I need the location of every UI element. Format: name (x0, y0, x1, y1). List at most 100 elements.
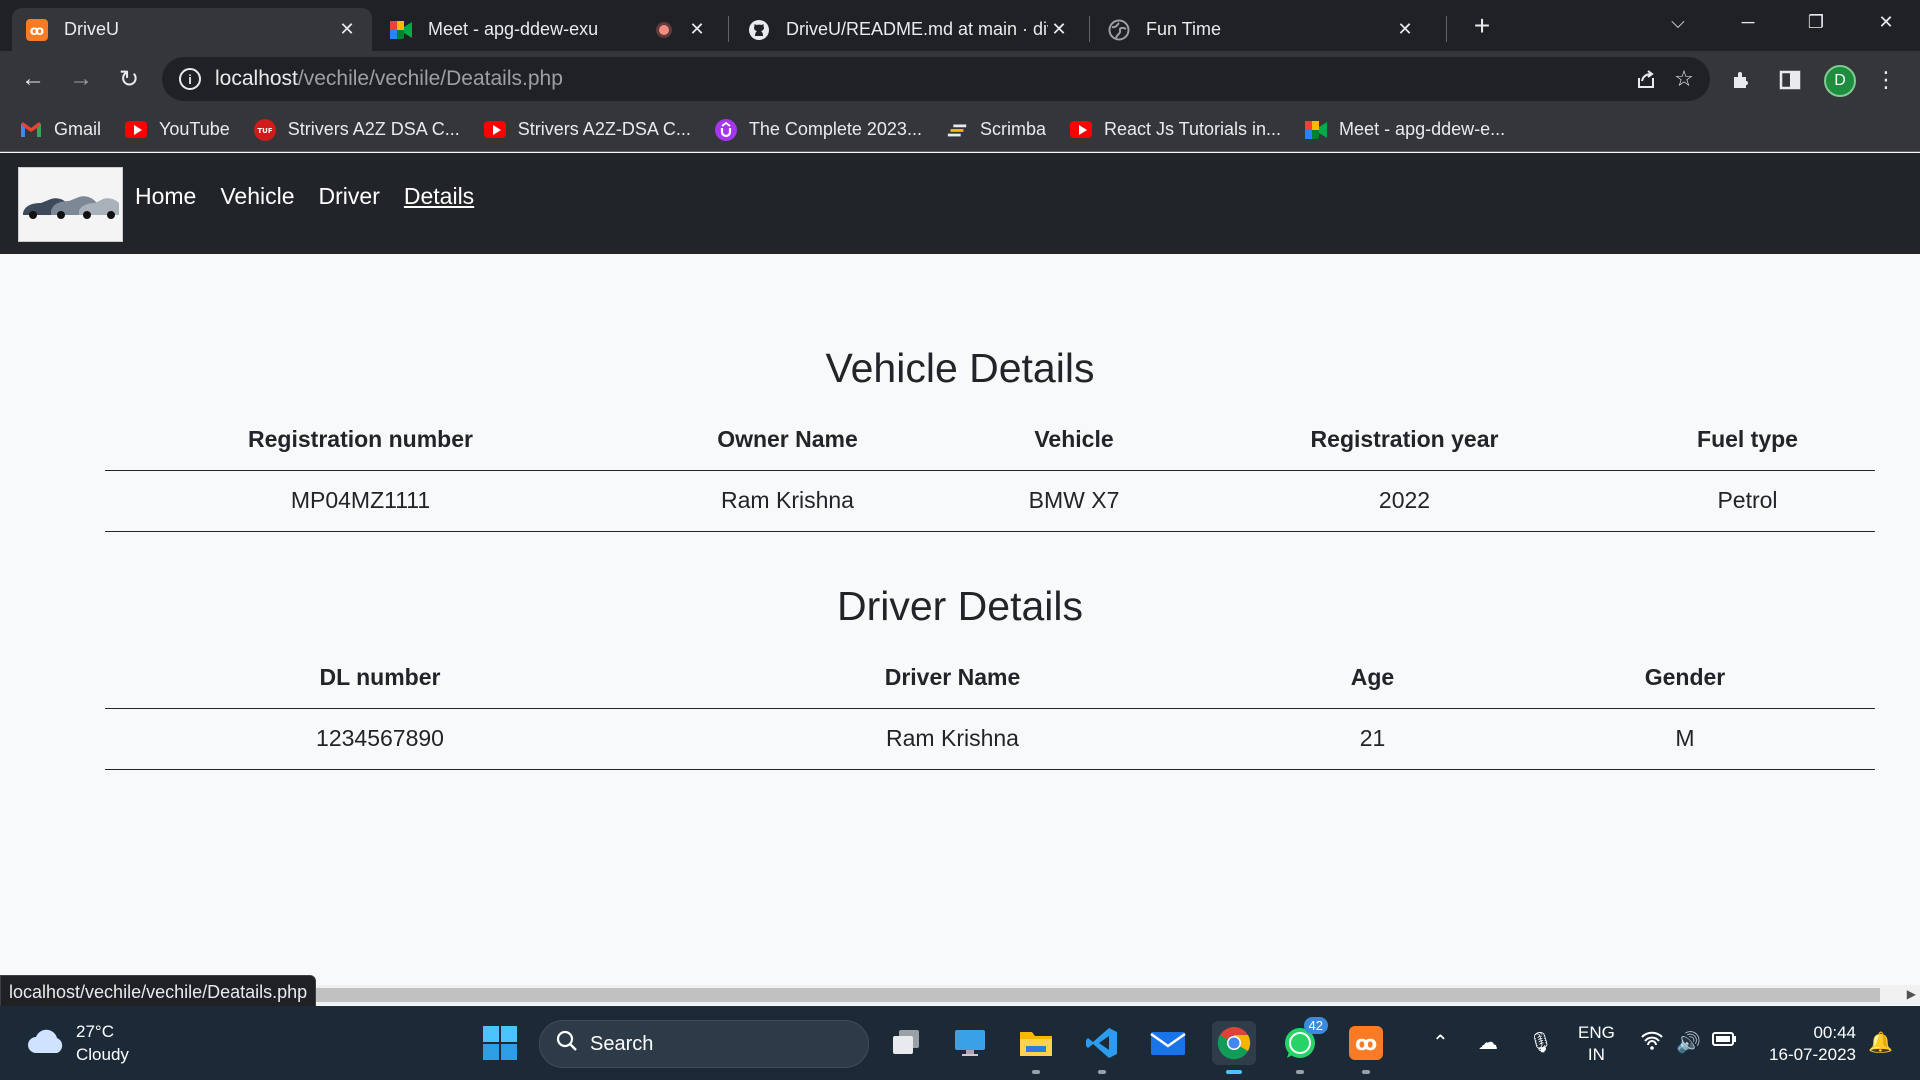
notification-badge: 42 (1303, 1017, 1328, 1034)
table-cell: Ram Krishna (655, 708, 1250, 770)
bookmark-scrimba[interactable]: Scrimba (946, 119, 1046, 141)
svg-text:ꝏ: ꝏ (1355, 1031, 1377, 1055)
menu-icon[interactable]: ⋮ (1870, 64, 1902, 96)
site-logo[interactable] (18, 167, 123, 242)
bookmarks-bar: Gmail YouTube TUF Strivers A2Z DSA C... … (0, 108, 1920, 152)
running-indicator (1296, 1070, 1304, 1074)
table-cell: MP04MZ1111 (105, 470, 616, 532)
forward-icon[interactable]: → (62, 60, 100, 98)
nav-details[interactable]: Details (404, 183, 474, 210)
language-code: ENG (1578, 1023, 1615, 1042)
tab-title: DriveU/README.md at main · div (786, 19, 1048, 39)
tab-separator (1446, 16, 1447, 42)
system-clock[interactable]: 00:44 16-07-2023 (1760, 1022, 1856, 1066)
bookmark-label: Strivers A2Z DSA C... (287, 119, 460, 139)
bookmark-strivers-tuf[interactable]: TUF Strivers A2Z DSA C... (253, 118, 460, 141)
bookmark-react-tutorials[interactable]: React Js Tutorials in... (1069, 119, 1282, 141)
tab-separator (728, 16, 729, 42)
xampp-taskbar-icon[interactable]: ꝏ (1344, 1021, 1388, 1074)
tab-strip: ꝏ DriveU ✕ Meet - apg-ddew-exu ✕ DriveU/… (0, 0, 1920, 51)
chevron-up-icon[interactable]: ⌃ (1432, 1030, 1449, 1055)
whatsapp-icon[interactable]: 42 (1278, 1017, 1328, 1074)
close-icon[interactable]: ✕ (686, 19, 708, 41)
tab-github[interactable]: DriveU/README.md at main · div ✕ (734, 8, 1084, 51)
cloud-icon (26, 1027, 66, 1060)
share-icon[interactable] (1632, 65, 1660, 93)
tab-title: Meet - apg-ddew-exu (428, 19, 599, 39)
window-close-icon[interactable]: ✕ (1856, 0, 1916, 44)
scroll-right-icon[interactable]: ▶ (1907, 987, 1916, 1001)
url-path: /vechile/vechile/Deatails.php (297, 67, 563, 90)
bookmark-label: Strivers A2Z-DSA C... (517, 119, 691, 139)
globe-icon (1108, 19, 1130, 41)
running-indicator (1032, 1070, 1040, 1074)
bookmark-label: Gmail (54, 119, 102, 139)
close-icon[interactable]: ✕ (1048, 19, 1070, 41)
restore-icon[interactable]: ❐ (1786, 0, 1846, 44)
bookmark-label: Scrimba (979, 119, 1046, 139)
tab-driveu[interactable]: ꝏ DriveU ✕ (12, 8, 372, 51)
reload-icon[interactable]: ↻ (110, 60, 148, 98)
nav-home[interactable]: Home (135, 183, 196, 210)
table-header-row: Registration number Owner Name Vehicle R… (105, 410, 1875, 471)
vscode-icon[interactable] (1080, 1021, 1124, 1074)
weather-widget[interactable]: 27°C Cloudy (26, 1020, 129, 1066)
onedrive-icon[interactable]: ☁ (1478, 1030, 1498, 1055)
address-bar[interactable]: i localhost/vechile/vechile/Deatails.php… (162, 57, 1710, 101)
bookmark-meet[interactable]: Meet - apg-ddew-e... (1305, 119, 1505, 141)
table-cell: 1234567890 (105, 708, 655, 770)
site-info-icon[interactable]: i (179, 68, 201, 90)
browser-toolbar: ← → ↻ i localhost/vechile/vechile/Deatai… (0, 51, 1920, 108)
bookmark-label: React Js Tutorials in... (1103, 119, 1282, 139)
mail-icon[interactable] (1146, 1021, 1190, 1065)
bookmark-strivers-youtube[interactable]: Strivers A2Z-DSA C... (483, 119, 691, 141)
column-header: Driver Name (655, 648, 1250, 709)
task-view-icon[interactable] (884, 1021, 928, 1065)
nav-vehicle[interactable]: Vehicle (220, 183, 294, 210)
column-header: Age (1250, 648, 1495, 709)
table-cell: BMW X7 (959, 470, 1189, 532)
file-explorer-icon[interactable] (1014, 1021, 1058, 1074)
table-header-row: DL number Driver Name Age Gender (105, 648, 1875, 709)
chrome-icon[interactable] (1212, 1021, 1256, 1074)
xampp-icon: ꝏ (26, 18, 48, 41)
close-icon[interactable]: ✕ (1394, 19, 1416, 41)
microphone-icon[interactable]: 🎙 (1528, 1030, 1553, 1055)
extensions-icon[interactable] (1726, 64, 1758, 96)
table-cell: M (1495, 708, 1875, 770)
weather-temperature: 27°C (76, 1022, 114, 1041)
bookmark-star-icon[interactable]: ☆ (1670, 65, 1698, 93)
battery-icon[interactable] (1712, 1030, 1738, 1054)
tab-search-icon[interactable]: ⌵ (1648, 0, 1708, 44)
column-header: DL number (105, 648, 655, 709)
wifi-icon[interactable] (1640, 1030, 1664, 1056)
meet-icon (1305, 119, 1328, 141)
youtube-icon (1069, 119, 1092, 141)
recording-icon (656, 21, 672, 38)
profile-avatar[interactable]: D (1824, 65, 1856, 97)
volume-icon[interactable]: 🔊 (1676, 1030, 1701, 1055)
column-header: Registration year (1189, 410, 1620, 471)
language-indicator[interactable]: ENG IN (1578, 1022, 1615, 1066)
running-indicator (1362, 1070, 1370, 1074)
nav-driver[interactable]: Driver (319, 183, 380, 210)
tab-fun-time[interactable]: Fun Time ✕ (1094, 8, 1430, 51)
close-icon[interactable]: ✕ (336, 19, 358, 41)
new-tab-button[interactable]: + (1466, 10, 1498, 42)
taskbar-search[interactable]: Search (539, 1020, 869, 1068)
bookmark-youtube[interactable]: YouTube (125, 119, 230, 141)
tab-title: Fun Time (1146, 19, 1222, 39)
back-icon[interactable]: ← (14, 60, 52, 98)
clock-time: 00:44 (1813, 1023, 1856, 1042)
notification-icon[interactable]: 🔔 (1868, 1030, 1893, 1055)
bookmark-udemy[interactable]: The Complete 2023... (714, 118, 922, 141)
column-header: Fuel type (1620, 410, 1875, 471)
start-button[interactable] (478, 1021, 522, 1065)
minimize-icon[interactable]: ─ (1718, 0, 1778, 44)
youtube-icon (125, 119, 148, 141)
bookmark-gmail[interactable]: Gmail (20, 119, 101, 141)
side-panel-icon[interactable] (1774, 64, 1806, 96)
gmail-icon (20, 119, 42, 141)
desktop-app-icon[interactable] (948, 1021, 992, 1065)
tab-meet[interactable]: Meet - apg-ddew-exu ✕ (376, 8, 722, 51)
